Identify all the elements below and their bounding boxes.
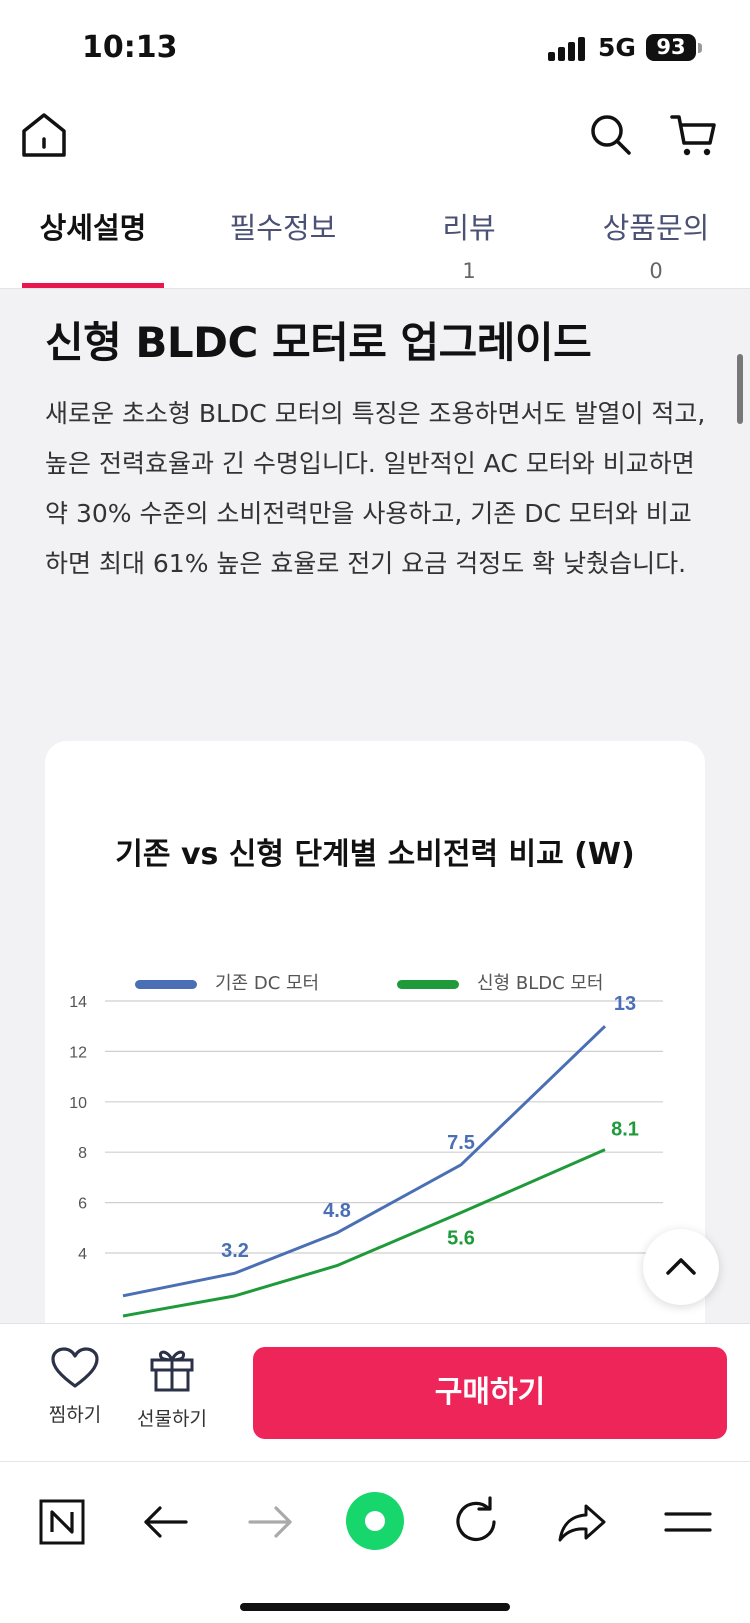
cell-signal-icon — [548, 37, 588, 61]
data-label: 8.1 — [611, 1119, 639, 1141]
tab-label: 리뷰 — [442, 211, 496, 245]
share-icon[interactable] — [552, 1492, 612, 1552]
gift-label: 선물하기 — [137, 1408, 207, 1430]
y-tick-label: 4 — [78, 1246, 87, 1263]
tab-count: 1 — [462, 259, 476, 283]
browser-toolbar — [0, 1461, 750, 1623]
wish-label: 찜하기 — [48, 1404, 102, 1426]
data-label: 3.2 — [221, 1240, 249, 1262]
legend-label: 기존 DC 모터 — [215, 973, 320, 994]
y-tick-label: 14 — [69, 994, 87, 1011]
y-tick-label: 10 — [69, 1095, 87, 1112]
search-icon[interactable] — [585, 109, 637, 161]
data-label: 7.5 — [447, 1132, 475, 1154]
wish-button[interactable]: 찜하기 — [40, 1346, 110, 1427]
chart-card: 4 6 8 10 12 14 3.2 4.8 7.5 13 5.6 8.1 기존 vs 신형 단계별 … — [45, 741, 705, 1323]
gift-button[interactable]: 선물하기 — [132, 1346, 212, 1431]
data-label: 13 — [614, 993, 636, 1015]
tab-label: 상품문의 — [602, 211, 710, 245]
chevron-up-icon — [666, 1258, 696, 1275]
legend-item-bldc: 신형 BLDC 모터 — [397, 969, 604, 995]
heart-icon — [51, 1347, 99, 1388]
data-label: 4.8 — [323, 1200, 351, 1222]
tab-label: 필수정보 — [229, 211, 337, 245]
tab-required-info[interactable]: 필수정보 — [212, 205, 354, 247]
battery-tip-icon — [698, 43, 702, 53]
section-description: 새로운 초소형 BLDC 모터의 특징은 조용하면서도 발열이 적고, 높은 전… — [45, 399, 706, 578]
home-icon[interactable] — [18, 109, 70, 161]
forward-arrow-icon[interactable] — [240, 1492, 300, 1552]
reload-icon[interactable] — [446, 1492, 506, 1552]
scroll-top-button[interactable] — [643, 1229, 719, 1305]
home-indicator — [240, 1603, 510, 1611]
top-nav — [0, 95, 750, 185]
cart-icon[interactable] — [668, 109, 720, 161]
legend-item-dc: 기존 DC 모터 — [135, 969, 319, 995]
back-arrow-icon[interactable] — [136, 1492, 196, 1552]
y-tick-label: 8 — [78, 1145, 87, 1162]
y-tick-label: 6 — [78, 1196, 87, 1213]
tab-detail[interactable]: 상세설명 — [22, 205, 164, 247]
product-detail-content[interactable]: 신형 BLDC 모터로 업그레이드 새로운 초소형 BLDC 모터의 특징은 조… — [0, 289, 750, 1323]
legend-swatch — [397, 979, 459, 989]
section-heading: 신형 BLDC 모터로 업그레이드 — [45, 318, 592, 367]
status-bar: 10:13 5G 93 — [0, 0, 750, 95]
legend-label: 신형 BLDC 모터 — [477, 973, 604, 994]
legend-swatch — [135, 979, 197, 989]
status-time: 10:13 — [82, 30, 178, 65]
scrollbar-thumb[interactable] — [737, 354, 743, 424]
series-line-1 — [122, 1148, 606, 1318]
green-dot-icon[interactable] — [344, 1490, 406, 1552]
tab-bar: 상세설명 필수정보 리뷰 1 상품문의 0 — [0, 185, 750, 289]
purchase-bar: 찜하기 선물하기 구매하기 — [0, 1323, 750, 1461]
tab-label: 상세설명 — [39, 211, 147, 245]
battery-level: 93 — [646, 34, 696, 61]
tab-count: 0 — [649, 259, 663, 283]
gift-icon — [150, 1350, 194, 1392]
data-label: 5.6 — [447, 1228, 475, 1250]
tab-active-indicator — [22, 283, 164, 288]
y-tick-label: 12 — [69, 1044, 87, 1061]
buy-button[interactable]: 구매하기 — [253, 1347, 727, 1439]
tab-inquiries[interactable]: 상품문의 0 — [585, 205, 727, 283]
tab-reviews[interactable]: 리뷰 1 — [398, 205, 540, 283]
menu-icon[interactable] — [658, 1492, 718, 1552]
naver-n-icon[interactable] — [32, 1492, 92, 1552]
chart-title: 기존 vs 신형 단계별 소비전력 비교 (W) — [115, 837, 635, 872]
network-type: 5G — [598, 33, 636, 62]
